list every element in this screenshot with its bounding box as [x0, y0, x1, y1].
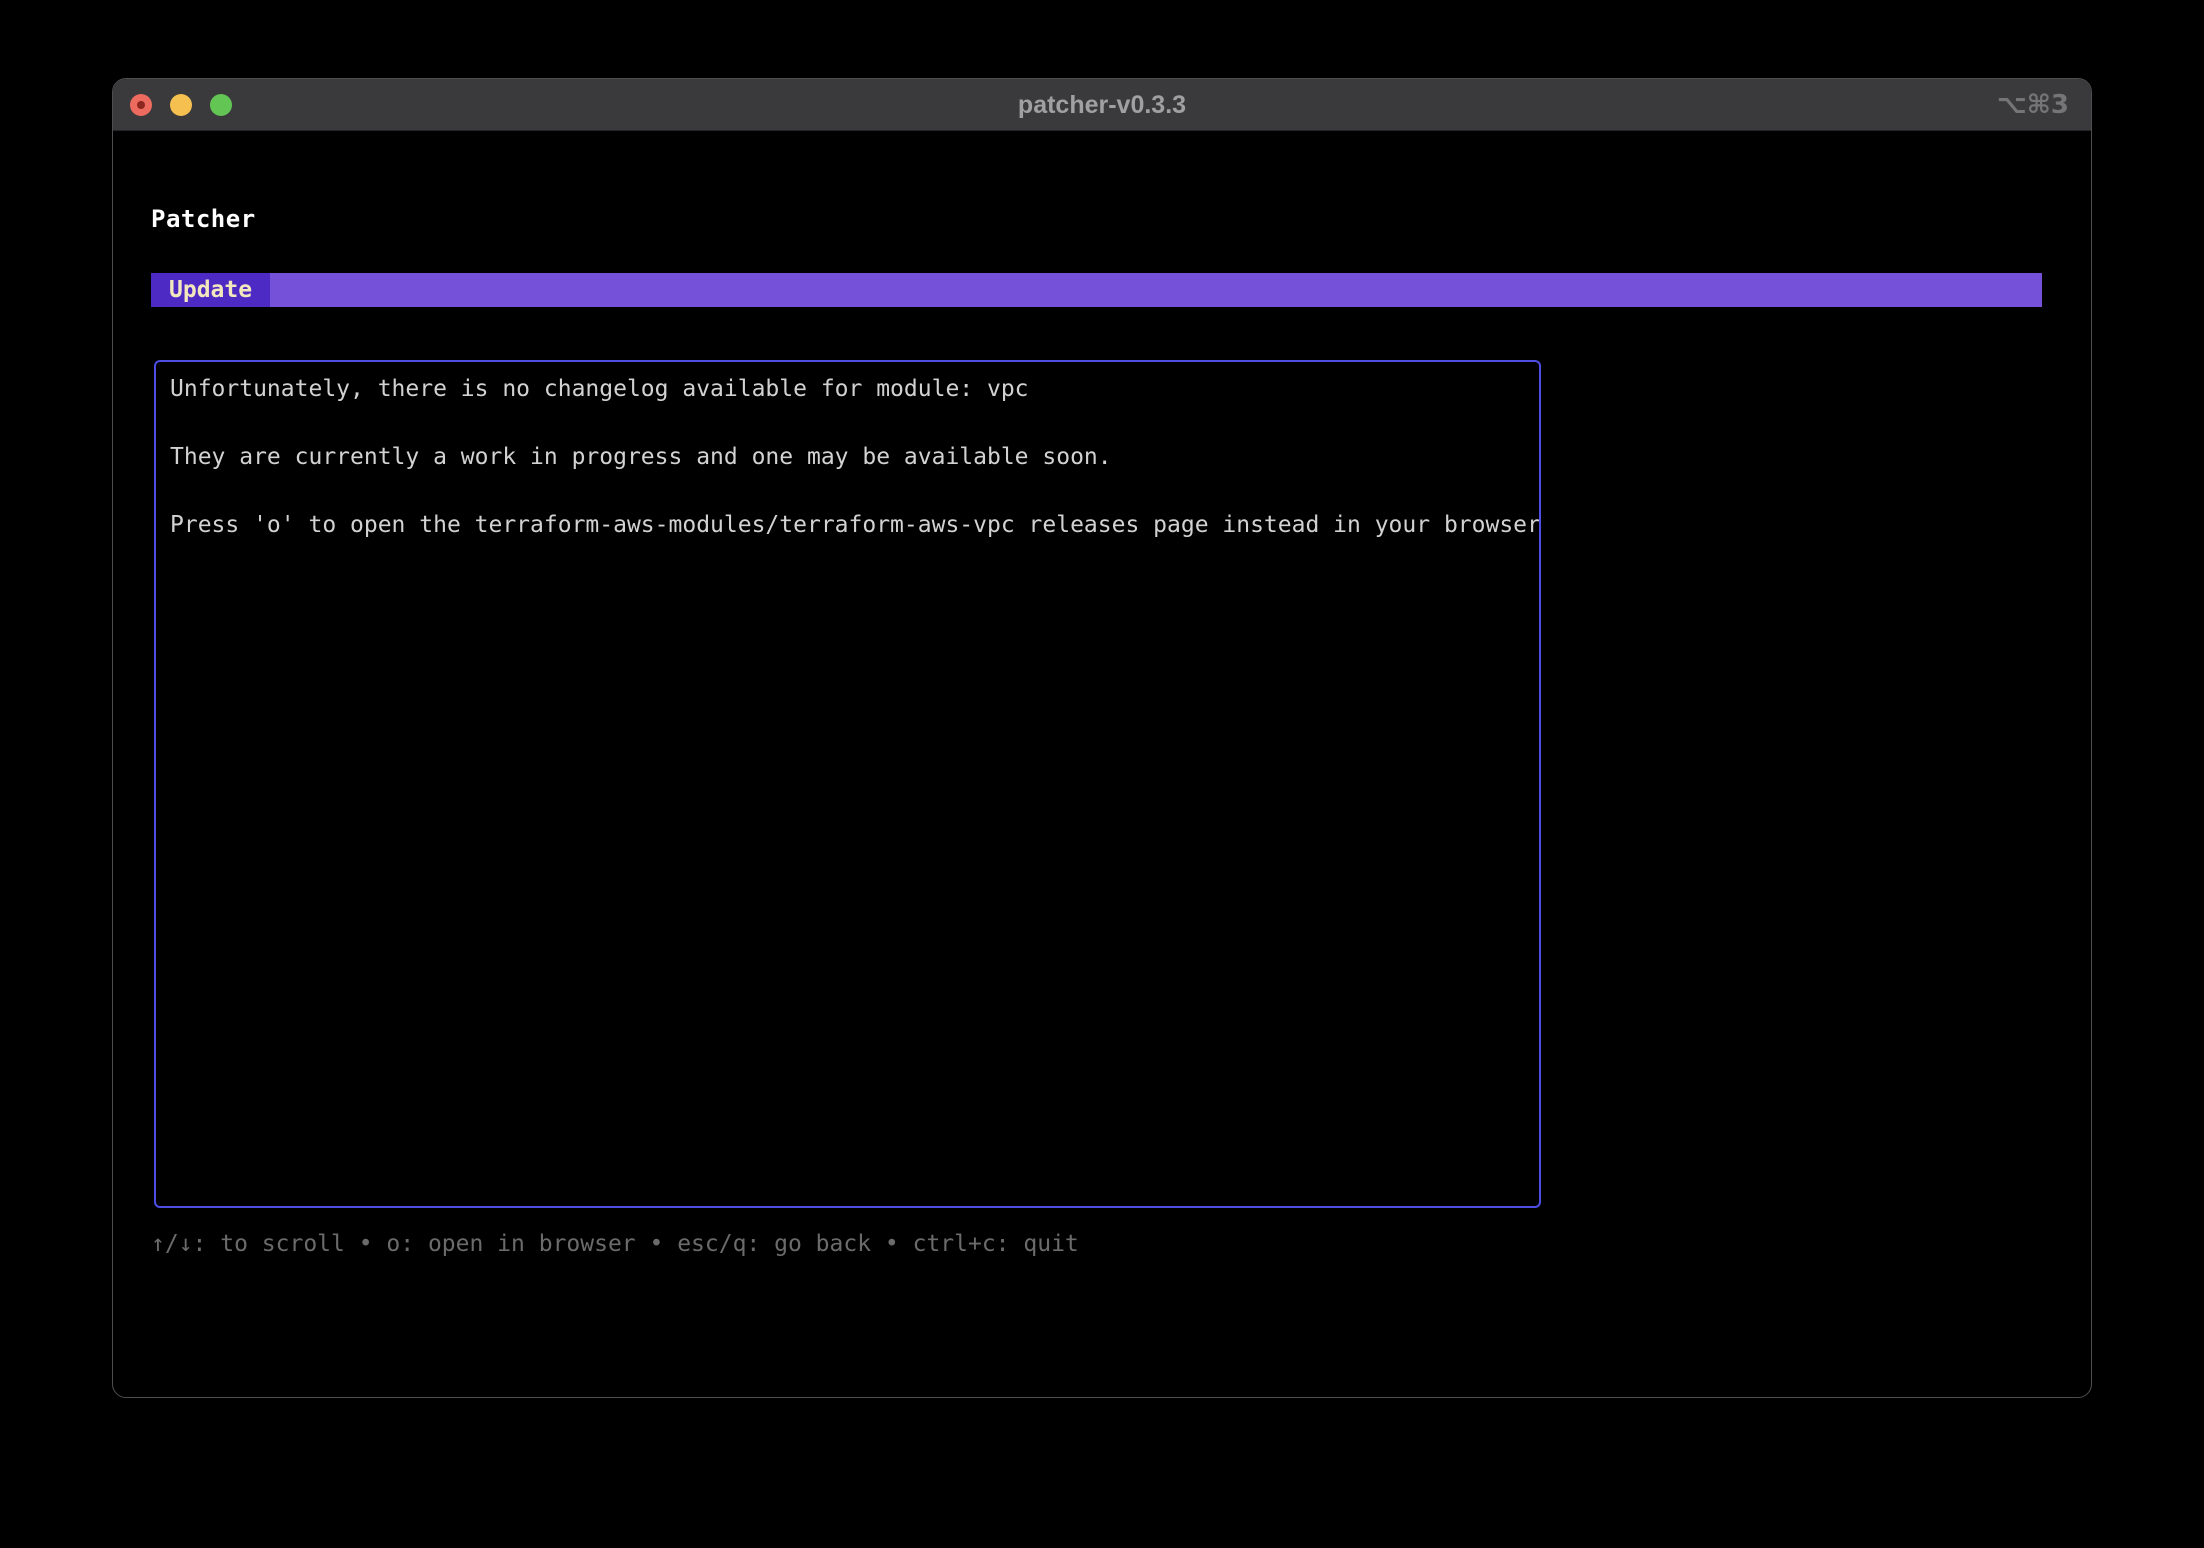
window-titlebar[interactable]: patcher-v0.3.3 ⌥⌘3 — [113, 79, 2091, 131]
close-button[interactable] — [130, 94, 152, 116]
help-bar: ↑/↓: to scroll • o: open in browser • es… — [151, 1231, 1079, 1257]
changelog-text: Unfortunately, there is no changelog ava… — [170, 372, 1541, 542]
minimize-button[interactable] — [170, 94, 192, 116]
tab-bar: Update — [151, 273, 2042, 307]
tab-update[interactable]: Update — [151, 273, 271, 307]
app-heading: Patcher — [151, 205, 256, 233]
window-shortcut-badge: ⌥⌘3 — [1996, 90, 2069, 120]
changelog-line: Press 'o' to open the terraform-aws-modu… — [170, 512, 1541, 538]
changelog-line: Unfortunately, there is no changelog ava… — [170, 376, 1029, 402]
terminal-window: patcher-v0.3.3 ⌥⌘3 Patcher Update Unfort… — [112, 78, 2092, 1398]
changelog-viewport[interactable]: Unfortunately, there is no changelog ava… — [154, 360, 1541, 1208]
window-title: patcher-v0.3.3 — [1017, 90, 1187, 119]
zoom-button[interactable] — [210, 94, 232, 116]
changelog-line — [170, 406, 1525, 440]
changelog-line: They are currently a work in progress an… — [170, 444, 1112, 470]
changelog-line — [170, 474, 1525, 508]
